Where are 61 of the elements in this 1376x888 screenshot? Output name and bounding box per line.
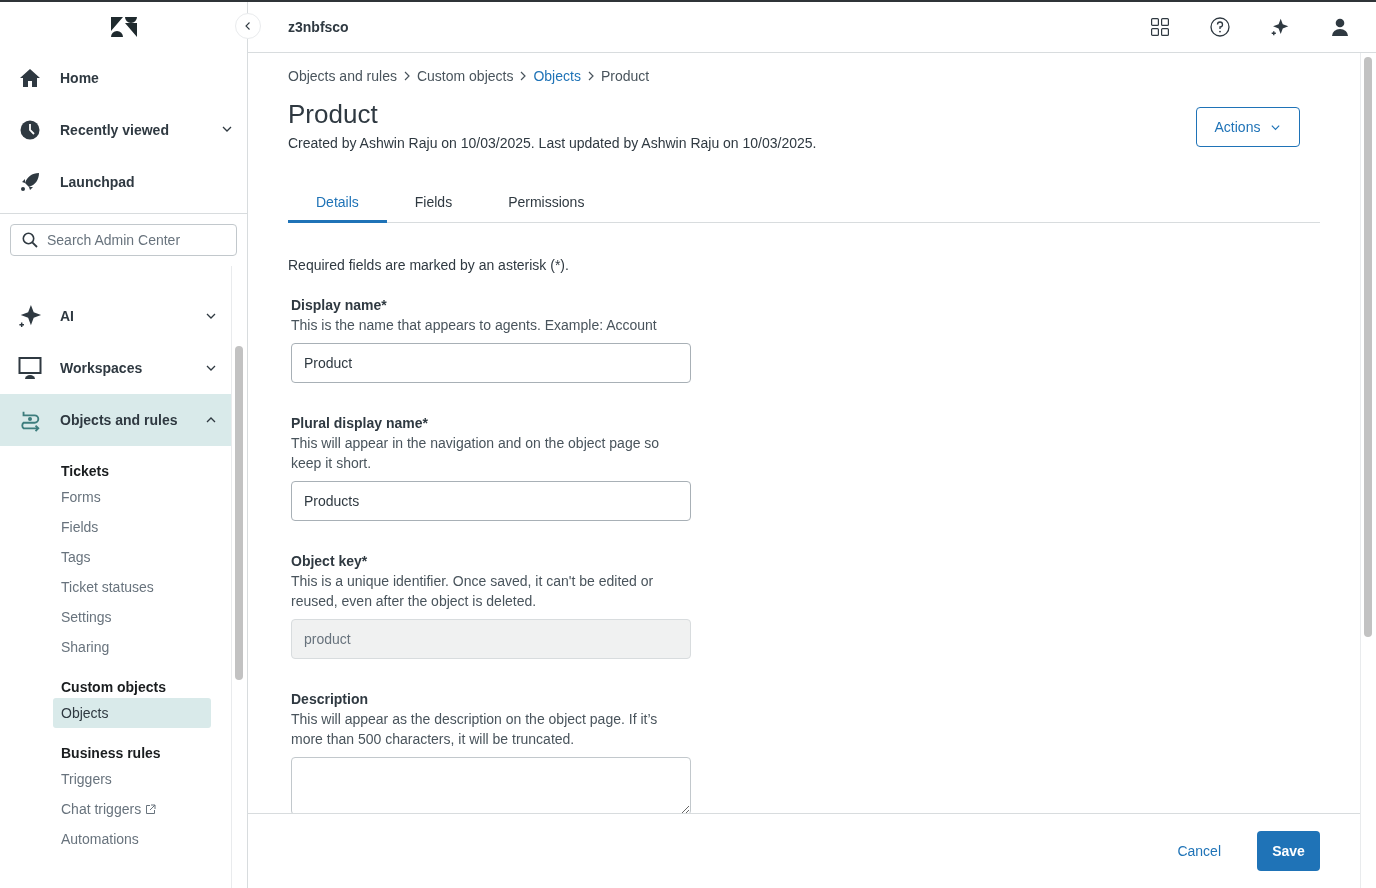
clock-icon <box>20 120 40 140</box>
field-hint: This will appear in the navigation and on the object page so keep it short. <box>291 434 661 473</box>
nav-item[interactable]: Home <box>0 52 247 104</box>
help-icon <box>1210 17 1230 37</box>
group-heading: Tickets <box>60 462 110 481</box>
cancel-button[interactable]: Cancel <box>1165 835 1233 867</box>
field-hint: This will appear as the description on the object page. If it’s more than 500 characters, it will be truncated. <box>291 710 659 749</box>
chevron-right-icon <box>519 71 528 81</box>
page-title: Product <box>288 98 379 131</box>
chevron-left-icon <box>243 21 253 31</box>
nav-section[interactable]: AI <box>0 290 232 342</box>
field-label: Plural display name* <box>291 414 429 433</box>
field-label: Object key* <box>291 552 369 571</box>
field-hint: This is a unique identifier. Once saved, it can't be edited or reused, even after the object is deleted. <box>291 572 655 611</box>
breadcrumb-link[interactable]: Objects <box>533 68 581 84</box>
sidebar-item[interactable]: Tags <box>53 542 212 572</box>
page-meta: Created by Ashwin Raju on 10/03/2025. Last updated by Ashwin Raju on 10/03/2025. <box>288 135 817 151</box>
tab[interactable]: Fields <box>386 183 481 223</box>
tab[interactable]: Permissions <box>480 183 613 223</box>
sidebar-item[interactable]: Chat triggers <box>53 794 212 824</box>
home-icon <box>19 68 41 88</box>
sidebar-item[interactable]: Automations <box>53 824 212 854</box>
sidebar-item[interactable]: Settings <box>53 602 212 632</box>
sidebar-item[interactable]: Forms <box>53 482 212 512</box>
grid-icon <box>1151 18 1169 36</box>
sidebar-item[interactable]: Sharing <box>53 632 212 662</box>
breadcrumb-item: Product <box>600 68 650 84</box>
tab[interactable]: Details <box>288 183 387 223</box>
group-heading: Custom objects <box>60 678 167 697</box>
breadcrumb-item: Custom objects <box>416 68 514 84</box>
field-label: Description <box>291 690 369 709</box>
breadcrumb-item: Objects and rules <box>288 68 397 84</box>
nav-item[interactable]: Launchpad <box>0 156 247 208</box>
input-field[interactable]: Products <box>291 481 691 521</box>
logo <box>109 17 138 37</box>
rocket-icon <box>20 172 40 192</box>
search-icon <box>22 232 38 248</box>
scrollbar-thumb[interactable] <box>235 346 244 680</box>
sidebar-item[interactable]: Triggers <box>53 764 212 794</box>
monitor-icon <box>18 356 42 380</box>
account-name: z3nbfsco <box>288 19 350 35</box>
sidebar-item[interactable]: Ticket statuses <box>53 572 212 602</box>
search-field[interactable]: Search Admin Center <box>10 224 237 256</box>
actions-button[interactable]: Actions <box>1196 107 1300 147</box>
nav-item[interactable]: Recently viewed <box>0 104 247 156</box>
user-icon <box>1332 18 1348 36</box>
sparkle-icon <box>1271 18 1289 36</box>
input-field[interactable]: Product <box>291 343 691 383</box>
required-note: Required fields are marked by an asterisk (*). <box>288 257 570 273</box>
group-heading: Business rules <box>60 744 162 763</box>
field-hint: This is the name that appears to agents. Example: Account <box>291 316 658 335</box>
chevron-right-icon <box>402 71 411 81</box>
nav-section[interactable]: Workspaces <box>0 342 232 394</box>
sidebar-item[interactable]: Fields <box>53 512 212 542</box>
save-button[interactable]: Save <box>1257 831 1320 871</box>
sidebar-item[interactable]: Objects <box>53 698 212 728</box>
field-label: Display name* <box>291 296 388 315</box>
chevron-right-icon <box>586 71 595 81</box>
sparkle-icon <box>18 303 42 329</box>
nav-section[interactable]: Objects and rules <box>0 394 232 446</box>
scrollbar-thumb[interactable] <box>1364 57 1372 637</box>
